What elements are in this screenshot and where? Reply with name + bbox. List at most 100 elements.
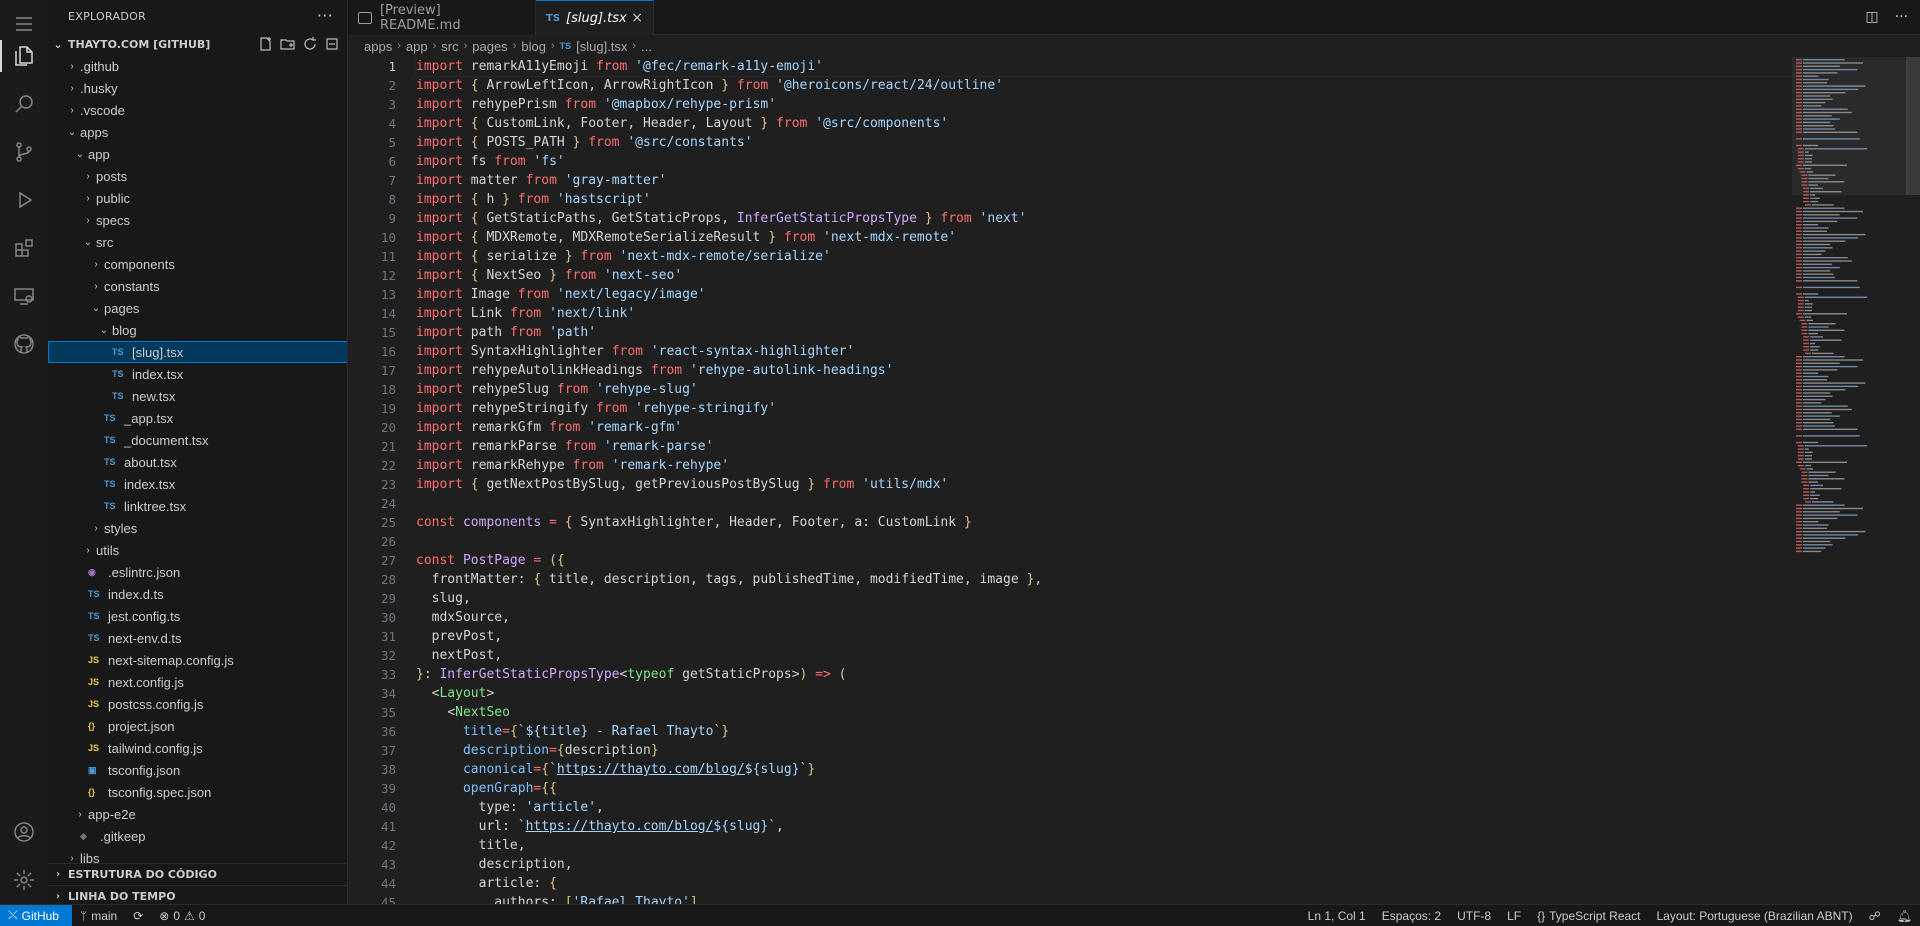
settings-gear-icon[interactable]: [0, 856, 48, 904]
code-line[interactable]: import rehypeAutolinkHeadings from 'rehy…: [416, 361, 1796, 380]
code-line[interactable]: import { ArrowLeftIcon, ArrowRightIcon }…: [416, 76, 1796, 95]
code-line[interactable]: canonical={`https://thayto.com/blog/${sl…: [416, 760, 1796, 779]
code-line[interactable]: import rehypePrism from '@mapbox/rehype-…: [416, 95, 1796, 114]
github-icon[interactable]: [0, 320, 48, 368]
scrollbar-thumb[interactable]: [1906, 57, 1920, 195]
tree-file[interactable]: TS index.tsx: [48, 473, 347, 495]
breadcrumb-item[interactable]: pages: [472, 39, 507, 54]
tree-folder[interactable]: › public: [48, 187, 347, 209]
tree-folder[interactable]: › .vscode: [48, 99, 347, 121]
code-editor[interactable]: 1 2 3 4 5 6 7 8 9 10 11 12 13 14 15 16 17 18 19 20 21 22 23 24 2…: [348, 57, 1920, 904]
code-line[interactable]: const PostPage = ({: [416, 551, 1796, 570]
tree-file[interactable]: TS jest.config.ts: [48, 605, 347, 627]
code-line[interactable]: nextPost,: [416, 646, 1796, 665]
code-line[interactable]: openGraph={{: [416, 779, 1796, 798]
remote-explorer-icon[interactable]: [0, 272, 48, 320]
code-line[interactable]: import fs from 'fs': [416, 152, 1796, 171]
more-actions-icon[interactable]: ···: [317, 6, 333, 25]
code-line[interactable]: title,: [416, 836, 1796, 855]
account-icon[interactable]: [0, 808, 48, 856]
tree-file[interactable]: {} project.json: [48, 715, 347, 737]
code-line[interactable]: <NextSeo: [416, 703, 1796, 722]
tree-folder[interactable]: › components: [48, 253, 347, 275]
code-lines[interactable]: import remarkA11yEmoji from '@fec/remark…: [415, 57, 1797, 904]
timeline-section[interactable]: › LINHA DO TEMPO: [48, 885, 347, 904]
code-line[interactable]: import { h } from 'hastscript': [416, 190, 1796, 209]
new-folder-icon[interactable]: [280, 36, 296, 52]
tree-folder[interactable]: › specs: [48, 209, 347, 231]
code-line[interactable]: [416, 494, 1796, 513]
close-icon[interactable]: ×: [631, 10, 643, 26]
new-file-icon[interactable]: [258, 36, 274, 52]
notifications-icon[interactable]: 🔔︎: [1889, 909, 1920, 923]
tree-folder[interactable]: ⌄ pages: [48, 297, 347, 319]
tree-file[interactable]: TS _document.tsx: [48, 429, 347, 451]
breadcrumb-item[interactable]: blog: [521, 39, 546, 54]
code-line[interactable]: article: {: [416, 874, 1796, 893]
code-line[interactable]: import remarkA11yEmoji from '@fec/remark…: [415, 57, 1797, 77]
tab-slug-tsx[interactable]: TS [slug].tsx ×: [536, 0, 654, 35]
tree-file[interactable]: JS postcss.config.js: [48, 693, 347, 715]
breadcrumb-item[interactable]: app: [406, 39, 428, 54]
workspace-root[interactable]: ⌄ THAYTO.COM [GITHUB]: [48, 33, 347, 55]
code-line[interactable]: title={`${title} - Rafael Thayto`}: [416, 722, 1796, 741]
tree-file[interactable]: JS next-sitemap.config.js: [48, 649, 347, 671]
search-icon[interactable]: [0, 80, 48, 128]
tree-folder[interactable]: › styles: [48, 517, 347, 539]
code-line[interactable]: import remarkGfm from 'remark-gfm': [416, 418, 1796, 437]
code-line[interactable]: [416, 532, 1796, 551]
branch-indicator[interactable]: ᛘ main: [72, 909, 125, 923]
outline-section[interactable]: › ESTRUTURA DO CÓDIGO: [48, 863, 347, 885]
code-line[interactable]: import { getNextPostBySlug, getPreviousP…: [416, 475, 1796, 494]
keyboard-layout[interactable]: Layout: Portuguese (Brazilian ABNT): [1649, 909, 1861, 923]
code-line[interactable]: import Image from 'next/legacy/image': [416, 285, 1796, 304]
code-line[interactable]: url: `https://thayto.com/blog/${slug}`,: [416, 817, 1796, 836]
tree-file[interactable]: {} tsconfig.spec.json: [48, 781, 347, 803]
tree-file[interactable]: ◉ .eslintrc.json: [48, 561, 347, 583]
breadcrumb-item[interactable]: src: [441, 39, 458, 54]
tree-folder[interactable]: › utils: [48, 539, 347, 561]
tree-file[interactable]: TS [slug].tsx: [48, 341, 347, 363]
code-line[interactable]: import { CustomLink, Footer, Header, Lay…: [416, 114, 1796, 133]
breadcrumb-item[interactable]: apps: [364, 39, 392, 54]
code-line[interactable]: import { NextSeo } from 'next-seo': [416, 266, 1796, 285]
tree-file[interactable]: JS tailwind.config.js: [48, 737, 347, 759]
tree-file[interactable]: ▣ tsconfig.json: [48, 759, 347, 781]
more-actions-icon[interactable]: ···: [1895, 9, 1908, 25]
tree-folder[interactable]: ⌄ app: [48, 143, 347, 165]
code-line[interactable]: prevPost,: [416, 627, 1796, 646]
scrollbar[interactable]: [1906, 57, 1920, 904]
tree-folder[interactable]: › .github: [48, 55, 347, 77]
code-line[interactable]: import Link from 'next/link': [416, 304, 1796, 323]
tree-file[interactable]: JS next.config.js: [48, 671, 347, 693]
code-line[interactable]: description={description}: [416, 741, 1796, 760]
tree-folder[interactable]: › constants: [48, 275, 347, 297]
tree-folder[interactable]: ⌄ blog: [48, 319, 347, 341]
run-debug-icon[interactable]: [0, 176, 48, 224]
code-line[interactable]: import matter from 'gray-matter': [416, 171, 1796, 190]
code-line[interactable]: import path from 'path': [416, 323, 1796, 342]
code-line[interactable]: description,: [416, 855, 1796, 874]
collapse-all-icon[interactable]: [324, 36, 340, 52]
source-control-icon[interactable]: [0, 128, 48, 176]
tree-folder[interactable]: ⌄ apps: [48, 121, 347, 143]
minimap[interactable]: [1792, 57, 1908, 904]
tree-file[interactable]: TS _app.tsx: [48, 407, 347, 429]
feedback-icon[interactable]: ☍: [1861, 909, 1889, 923]
code-line[interactable]: import { GetStaticPaths, GetStaticProps,…: [416, 209, 1796, 228]
code-line[interactable]: authors: ['Rafael Thayto'],: [416, 893, 1796, 904]
code-line[interactable]: import { MDXRemote, MDXRemoteSerializeRe…: [416, 228, 1796, 247]
code-line[interactable]: <Layout>: [416, 684, 1796, 703]
language-mode[interactable]: {} TypeScript React: [1529, 909, 1648, 923]
code-line[interactable]: import { POSTS_PATH } from '@src/constan…: [416, 133, 1796, 152]
code-line[interactable]: import SyntaxHighlighter from 'react-syn…: [416, 342, 1796, 361]
indentation[interactable]: Espaços: 2: [1374, 909, 1449, 923]
breadcrumb-item[interactable]: ...: [641, 39, 652, 54]
tab-readme-preview[interactable]: [Preview] README.md: [348, 0, 536, 35]
code-line[interactable]: import { serialize } from 'next-mdx-remo…: [416, 247, 1796, 266]
encoding[interactable]: UTF-8: [1449, 909, 1499, 923]
tree-folder[interactable]: › .husky: [48, 77, 347, 99]
tree-file[interactable]: TS about.tsx: [48, 451, 347, 473]
code-line[interactable]: frontMatter: { title, description, tags,…: [416, 570, 1796, 589]
explorer-icon[interactable]: [0, 32, 48, 80]
